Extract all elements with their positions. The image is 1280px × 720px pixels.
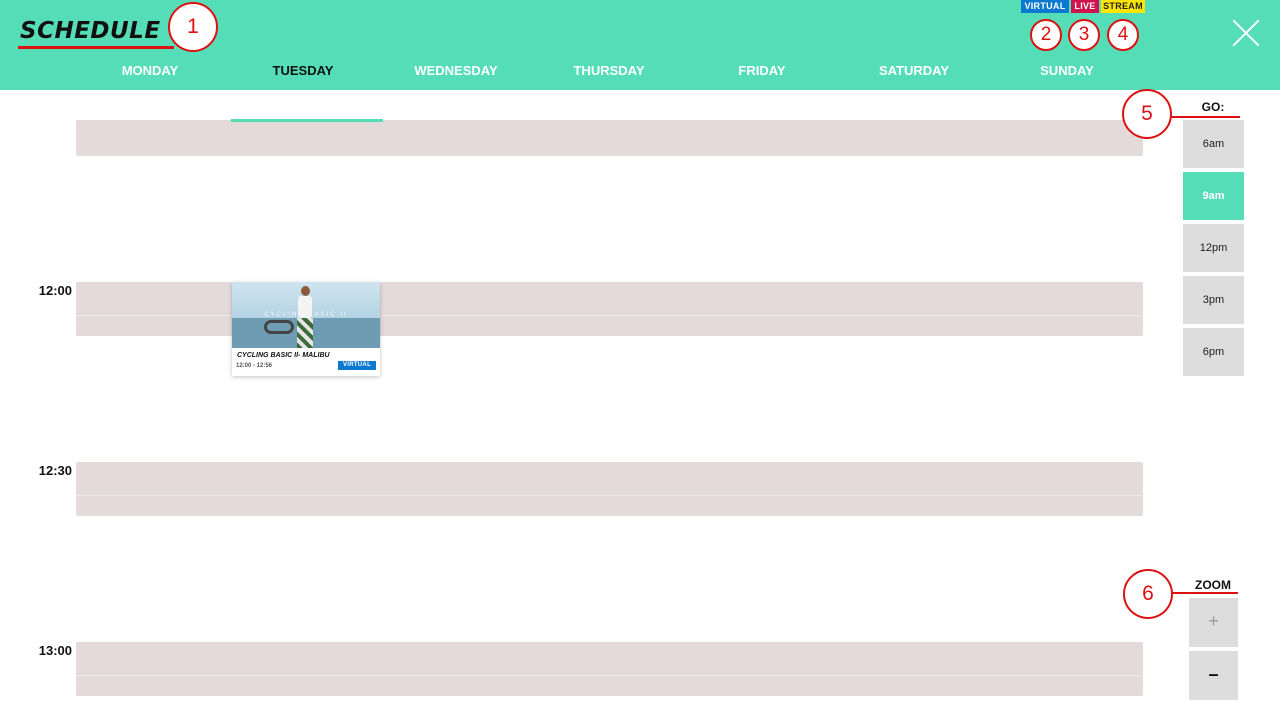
schedule-page: SCHEDULE 1 VIRTUAL LIVE STREAM 2 3 4 MON… [0,0,1280,720]
instructor-figure [294,286,316,348]
callout-5: 5 [1122,89,1172,139]
page-title: SCHEDULE [20,18,161,44]
tab-thursday[interactable]: THURSDAY [533,58,685,84]
go-6pm-button[interactable]: 6pm [1183,328,1244,376]
active-day-indicator [231,119,383,122]
callout-4: 4 [1107,19,1139,51]
day-tabs: MONDAY TUESDAY WEDNESDAY THURSDAY FRIDAY… [74,58,1143,84]
class-card[interactable]: CYCLING BASIC II CYCLING BASIC II- MALIB… [232,282,380,376]
go-6am-button[interactable]: 6am [1183,120,1244,168]
go-12pm-button[interactable]: 12pm [1183,224,1244,272]
time-label-1300: 13:00 [38,643,72,658]
header-bar: SCHEDULE 1 VIRTUAL LIVE STREAM 2 3 4 MON… [0,0,1280,90]
callout-underline [18,46,174,49]
callout-3: 3 [1068,19,1100,51]
class-title: CYCLING BASIC II- MALIBU [237,352,330,359]
go-3pm-button[interactable]: 3pm [1183,276,1244,324]
tab-saturday[interactable]: SATURDAY [838,58,990,84]
class-type-badge: VIRTUAL [338,361,376,370]
go-9am-button[interactable]: 9am [1183,172,1244,220]
tab-wednesday[interactable]: WEDNESDAY [380,58,532,84]
time-label-1230: 12:30 [38,463,72,478]
callout-1: 1 [168,2,218,52]
zoom-in-button[interactable]: + [1189,598,1238,647]
tab-sunday[interactable]: SUNDAY [991,58,1143,84]
legend-live-badge: LIVE [1071,0,1099,13]
tab-monday[interactable]: MONDAY [74,58,226,84]
class-thumbnail: CYCLING BASIC II [232,282,380,348]
time-slot-band [76,462,1143,516]
time-label-1200: 12:00 [38,283,72,298]
zoom-out-button[interactable]: – [1189,651,1238,700]
legend-stream-badge: STREAM [1101,0,1145,13]
tab-tuesday[interactable]: TUESDAY [227,58,379,84]
legend-virtual-badge: VIRTUAL [1021,0,1069,13]
close-icon[interactable] [1226,13,1266,53]
tab-friday[interactable]: FRIDAY [686,58,838,84]
callout-6: 6 [1123,569,1173,619]
zoom-label: ZOOM [1195,578,1231,592]
go-label: GO: [1201,100,1225,114]
time-slot-band [76,120,1143,156]
time-slot-band [76,642,1143,696]
callout-2: 2 [1030,19,1062,51]
class-time: 12:00 - 12:56 [236,363,273,369]
bike-icon [264,320,294,334]
